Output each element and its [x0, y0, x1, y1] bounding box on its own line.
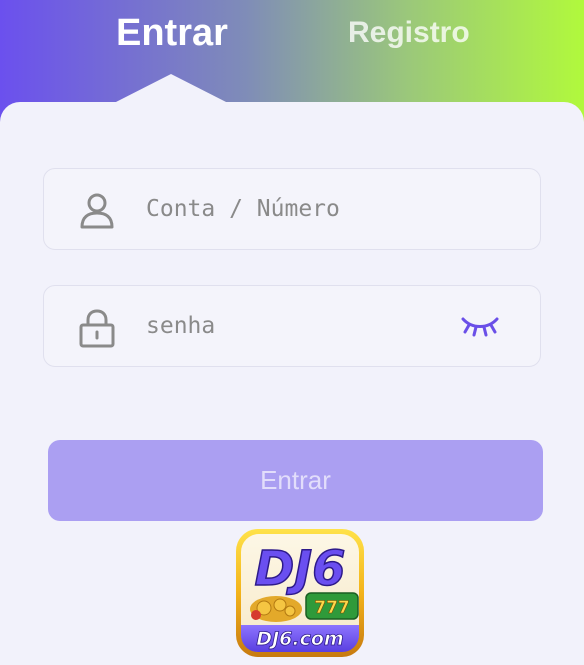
- logo-slot-text: 777: [314, 598, 350, 618]
- eye-closed-icon[interactable]: [460, 314, 500, 338]
- lock-icon: [79, 309, 115, 348]
- password-field: [43, 285, 541, 367]
- dj6-logo: DJ6 777 DJ6.com: [236, 529, 364, 657]
- account-input[interactable]: [146, 189, 446, 229]
- logo-brand-text: DJ6: [254, 541, 345, 597]
- active-tab-indicator: [112, 74, 230, 104]
- user-icon: [80, 193, 114, 229]
- tab-login[interactable]: Entrar: [116, 12, 228, 55]
- logo-domain-text: DJ6.com: [256, 628, 343, 650]
- account-field: [43, 168, 541, 250]
- tab-register[interactable]: Registro: [348, 16, 470, 50]
- login-button[interactable]: Entrar: [48, 440, 543, 521]
- password-input[interactable]: [146, 306, 446, 346]
